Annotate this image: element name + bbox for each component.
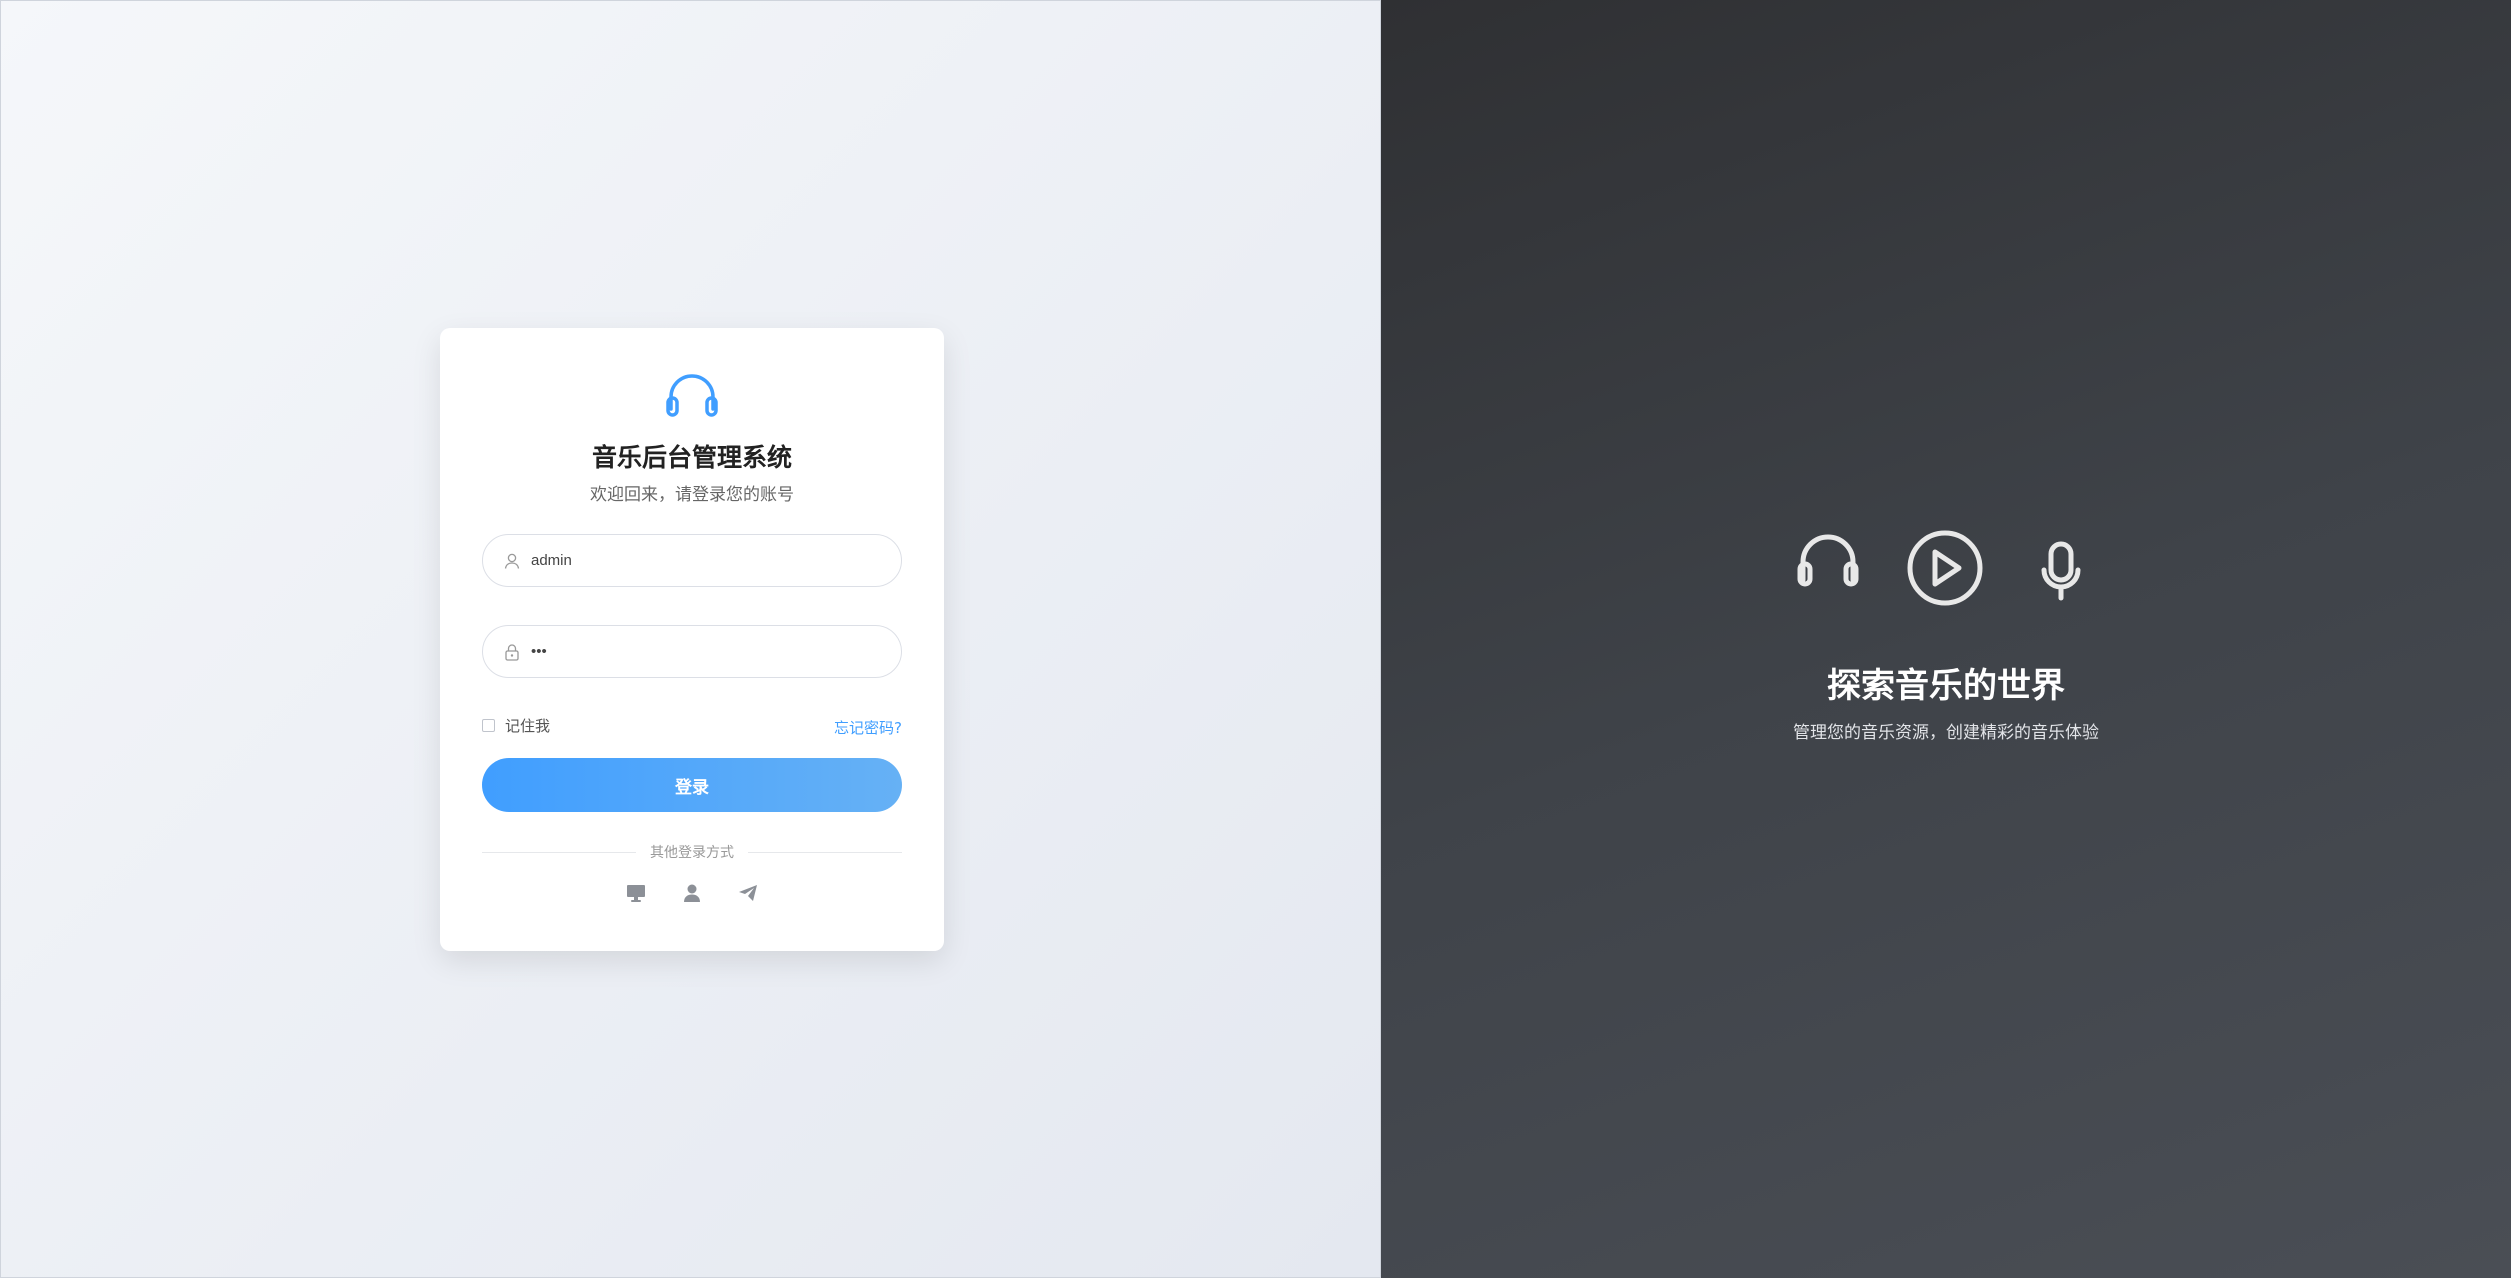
login-card: 音乐后台管理系统 欢迎回来，请登录您的账号 admin ••• 记住我 忘记密码… — [440, 328, 944, 951]
forgot-password-link[interactable]: 忘记密码? — [834, 717, 902, 738]
page-subtitle: 欢迎回来，请登录您的账号 — [590, 485, 794, 505]
password-input[interactable] — [531, 626, 901, 677]
headphones-icon — [1797, 534, 1859, 587]
other-login-label: 其他登录方式 — [650, 845, 734, 861]
microphone-icon — [2041, 541, 2081, 601]
hero-subtitle: 管理您的音乐资源，创建精彩的音乐体验 — [1793, 723, 2099, 743]
headphones-logo-icon — [666, 374, 718, 417]
divider-line — [482, 851, 636, 853]
password-field[interactable] — [482, 625, 902, 678]
paper-plane-icon[interactable] — [737, 882, 759, 904]
desktop-icon[interactable] — [625, 882, 647, 904]
user-icon — [503, 552, 521, 570]
user-icon[interactable] — [681, 882, 703, 904]
remember-label: 记住我 — [505, 717, 551, 735]
hero-title: 探索音乐的世界 — [1827, 666, 2065, 706]
divider-line — [748, 851, 902, 853]
other-login-divider: 其他登录方式 — [482, 842, 902, 862]
play-circle-icon — [1907, 530, 1983, 606]
hero-icons — [1797, 530, 2081, 606]
lock-icon — [503, 643, 521, 661]
login-button[interactable]: 登录 — [482, 758, 902, 812]
left-panel: 音乐后台管理系统 欢迎回来，请登录您的账号 admin ••• 记住我 忘记密码… — [0, 0, 1381, 1278]
social-login-icons — [440, 882, 944, 904]
right-panel — [1381, 0, 2511, 1278]
remember-me[interactable]: 记住我 — [482, 715, 550, 736]
page-title: 音乐后台管理系统 — [591, 443, 792, 472]
username-input[interactable] — [531, 535, 901, 586]
remember-checkbox[interactable] — [482, 719, 495, 732]
username-field[interactable] — [482, 534, 902, 587]
